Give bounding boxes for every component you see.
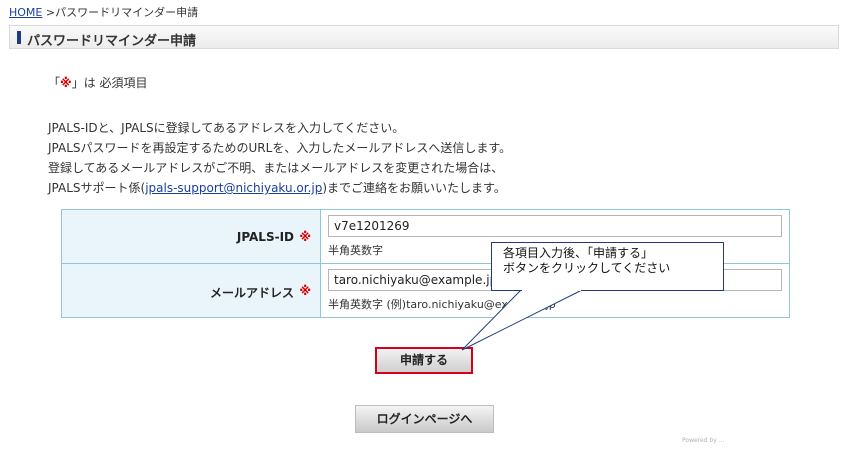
email-label-cell: メールアドレス ※ bbox=[62, 264, 321, 317]
page-title: パスワードリマインダー申請 bbox=[27, 34, 197, 49]
support-email-link[interactable]: jpals-support@nichiyaku.or.jp bbox=[145, 181, 322, 195]
jpals-id-hint: 半角英数字 bbox=[328, 244, 383, 257]
email-hint: 半角英数字 (例)taro.nichiyaku@example.jp bbox=[328, 298, 556, 311]
footer-note: Powered by ... bbox=[682, 437, 725, 444]
instruction-line-2: JPALSパスワードを再設定するためのURLを、入力したメールアドレスへ送信しま… bbox=[48, 141, 512, 155]
instruction-line-1: JPALS-IDと、JPALSに登録してあるアドレスを入力してください。 bbox=[48, 121, 405, 135]
title-marker bbox=[17, 31, 21, 44]
instruction-callout: 各項目入力後、「申請する」 ボタンをクリックしてください bbox=[491, 242, 724, 291]
email-required-mark: ※ bbox=[299, 284, 311, 298]
breadcrumb-current: パスワードリマインダー申請 bbox=[55, 6, 199, 19]
callout-line-1: 各項目入力後、「申請する」 bbox=[503, 246, 654, 260]
required-note: 「※」は 必須項目 bbox=[48, 74, 148, 91]
callout-line-2: ボタンをクリックしてください bbox=[503, 261, 671, 275]
jpals-id-required-mark: ※ bbox=[299, 230, 311, 244]
instruction-line-4-suffix: )までご連絡をお願いいたします。 bbox=[322, 181, 506, 195]
submit-button[interactable]: 申請する bbox=[375, 347, 473, 374]
required-mark: ※ bbox=[60, 76, 72, 90]
jpals-id-label-cell: JPALS-ID ※ bbox=[62, 210, 321, 263]
breadcrumb-separator: > bbox=[42, 6, 56, 19]
page-title-bar: パスワードリマインダー申請 bbox=[9, 25, 839, 49]
email-label: メールアドレス bbox=[209, 286, 294, 300]
jpals-id-label: JPALS-ID bbox=[236, 230, 294, 244]
instruction-line-4-prefix: JPALSサポート係( bbox=[48, 181, 146, 195]
jpals-id-input[interactable] bbox=[328, 215, 782, 237]
breadcrumb: HOME >パスワードリマインダー申請 bbox=[9, 4, 198, 20]
required-note-open: 「 bbox=[48, 76, 61, 90]
instruction-line-3: 登録してあるメールアドレスがご不明、またはメールアドレスを変更された場合は、 bbox=[48, 161, 504, 175]
instruction-line-4: JPALSサポート係(jpals-support@nichiyaku.or.jp… bbox=[48, 178, 511, 198]
required-note-text: 」は 必須項目 bbox=[71, 76, 148, 90]
breadcrumb-home-link[interactable]: HOME bbox=[9, 6, 42, 19]
instructions: JPALS-IDと、JPALSに登録してあるアドレスを入力してください。 JPA… bbox=[48, 118, 511, 198]
login-page-button[interactable]: ログインページへ bbox=[355, 405, 494, 433]
